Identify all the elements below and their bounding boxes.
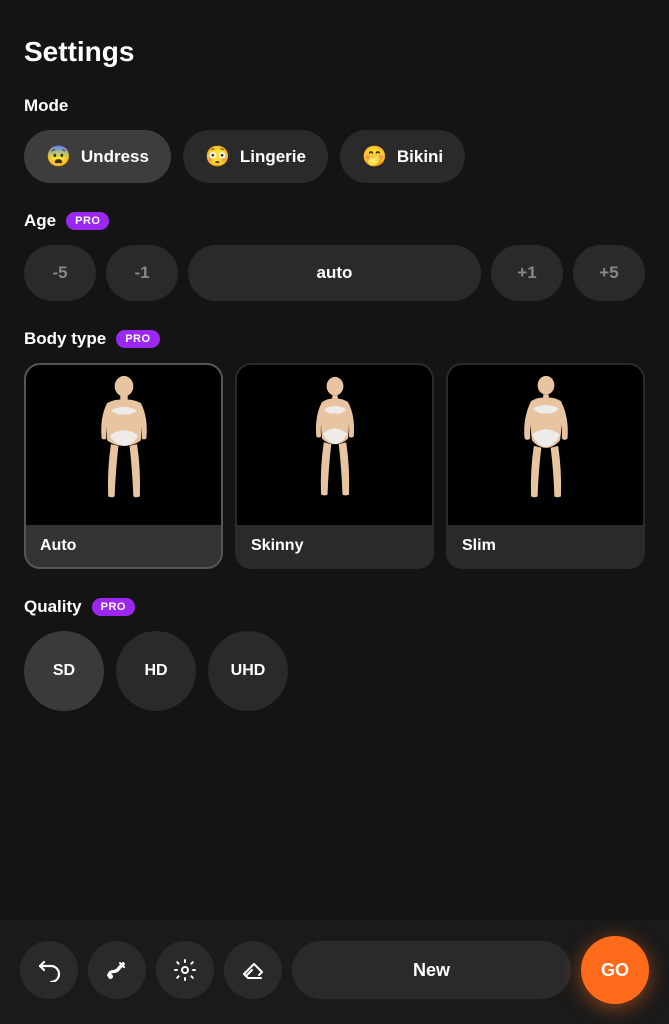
age-section: Age PRO -5 -1 auto +1 +5 xyxy=(24,211,645,301)
bodytype-auto-card[interactable]: Auto xyxy=(24,363,223,569)
quality-hd-button[interactable]: HD xyxy=(116,631,196,711)
bodytype-section: Body type PRO xyxy=(24,329,645,569)
bodytype-label-row: Body type PRO xyxy=(24,329,645,349)
age-options: -5 -1 auto +1 +5 xyxy=(24,245,645,301)
age-pro-badge: PRO xyxy=(66,212,109,230)
brush-icon xyxy=(105,958,129,982)
bodytype-slim-name: Slim xyxy=(448,525,643,567)
bodytype-label: Body type xyxy=(24,329,106,349)
quality-section: Quality PRO SD HD UHD xyxy=(24,597,645,711)
gear-icon xyxy=(173,958,197,982)
lingerie-emoji: 😳 xyxy=(205,144,230,169)
settings-page: Settings Mode 😨 Undress 😳 Lingerie 🤭 Bik… xyxy=(0,0,669,859)
mode-bikini-button[interactable]: 🤭 Bikini xyxy=(340,130,465,183)
bottom-toolbar: New GO xyxy=(0,920,669,1024)
eraser-icon xyxy=(241,958,265,982)
bodytype-slim-card[interactable]: Slim xyxy=(446,363,645,569)
bottom-spacer xyxy=(24,739,645,839)
age-minus5-button[interactable]: -5 xyxy=(24,245,96,301)
undress-label: Undress xyxy=(81,147,149,167)
mode-undress-button[interactable]: 😨 Undress xyxy=(24,130,171,183)
age-plus5-button[interactable]: +5 xyxy=(573,245,645,301)
bodytype-options: Auto Skinny xyxy=(24,363,645,569)
mode-label: Mode xyxy=(24,96,645,116)
settings-button[interactable] xyxy=(156,941,214,999)
age-plus1-button[interactable]: +1 xyxy=(491,245,563,301)
eraser-button[interactable] xyxy=(224,941,282,999)
bodytype-pro-badge: PRO xyxy=(116,330,159,348)
brush-button[interactable] xyxy=(88,941,146,999)
quality-uhd-button[interactable]: UHD xyxy=(208,631,288,711)
bodytype-slim-image xyxy=(448,365,643,525)
quality-label: Quality xyxy=(24,597,82,617)
new-button[interactable]: New xyxy=(292,941,571,999)
quality-pro-badge: PRO xyxy=(92,598,135,616)
bodytype-skinny-name: Skinny xyxy=(237,525,432,567)
age-minus1-button[interactable]: -1 xyxy=(106,245,178,301)
quality-options: SD HD UHD xyxy=(24,631,645,711)
undress-emoji: 😨 xyxy=(46,144,71,169)
age-label: Age xyxy=(24,211,56,231)
bodytype-skinny-image xyxy=(237,365,432,525)
bodytype-auto-image xyxy=(26,365,221,525)
page-title: Settings xyxy=(24,36,645,68)
bodytype-auto-name: Auto xyxy=(26,525,221,567)
bodytype-skinny-card[interactable]: Skinny xyxy=(235,363,434,569)
go-label: GO xyxy=(601,960,629,981)
quality-label-row: Quality PRO xyxy=(24,597,645,617)
new-label: New xyxy=(413,960,450,981)
mode-options: 😨 Undress 😳 Lingerie 🤭 Bikini xyxy=(24,130,645,183)
go-button[interactable]: GO xyxy=(581,936,649,1004)
undo-button[interactable] xyxy=(20,941,78,999)
undo-icon xyxy=(37,958,61,982)
bikini-label: Bikini xyxy=(397,147,443,167)
age-label-row: Age PRO xyxy=(24,211,645,231)
quality-sd-button[interactable]: SD xyxy=(24,631,104,711)
mode-lingerie-button[interactable]: 😳 Lingerie xyxy=(183,130,328,183)
age-auto-button[interactable]: auto xyxy=(188,245,481,301)
bikini-emoji: 🤭 xyxy=(362,144,387,169)
lingerie-label: Lingerie xyxy=(240,147,306,167)
